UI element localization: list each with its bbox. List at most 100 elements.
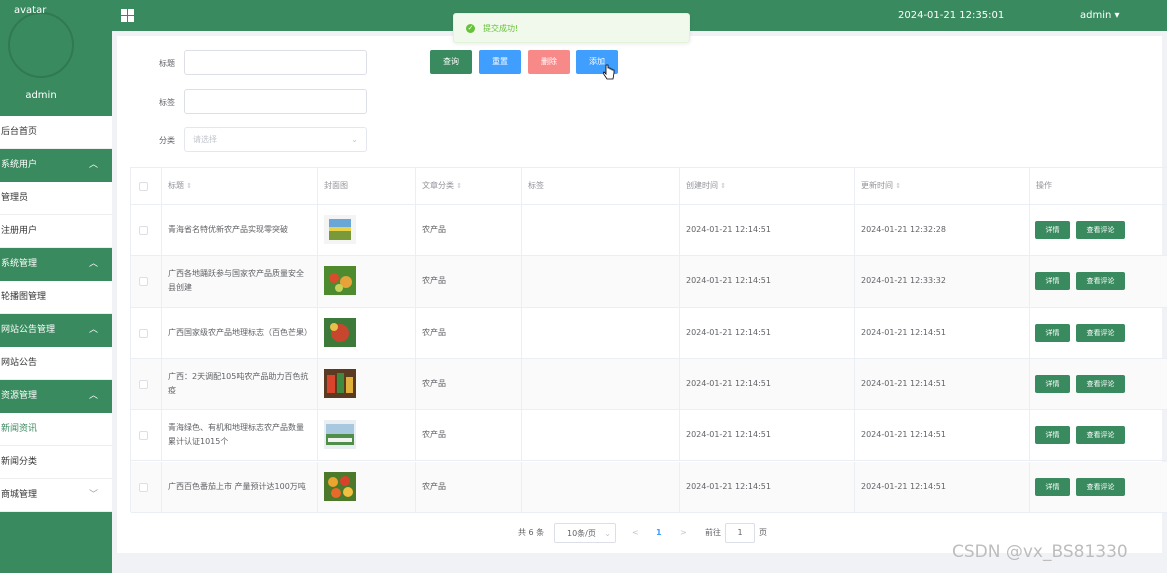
select-all-checkbox[interactable] — [139, 182, 148, 191]
column-header-label: 封面图 — [324, 181, 348, 190]
prev-page-button[interactable]: < — [632, 523, 639, 543]
view-comments-button[interactable]: 查看评论 — [1076, 375, 1125, 394]
cover-image — [324, 369, 356, 399]
page-size-select[interactable]: 10条/页 ⌄ — [554, 523, 616, 543]
sidebar-item-label: 管理员 — [1, 193, 29, 203]
sidebar-item-8[interactable]: 资源管理 ︿ — [0, 380, 112, 413]
sidebar-item-2[interactable]: 管理员 — [0, 182, 112, 215]
view-comments-button[interactable]: 查看评论 — [1076, 477, 1125, 496]
page-number-1[interactable]: 1 — [656, 523, 662, 543]
row-checkbox[interactable] — [139, 380, 148, 390]
sidebar-item-label: 注册用户 — [1, 226, 38, 236]
sort-icon[interactable]: ⇕ — [893, 182, 901, 190]
cover-image — [324, 420, 356, 450]
sidebar-item-0[interactable]: 后台首页 — [0, 116, 112, 149]
detail-button[interactable]: 详情 — [1035, 272, 1070, 291]
goto-suffix: 页 — [759, 528, 767, 537]
goto-page-input[interactable]: 1 — [725, 523, 755, 543]
cover-image — [324, 266, 356, 296]
column-header[interactable]: 文章分类 ⇕ — [422, 179, 515, 193]
column-header-label: 文章分类 — [422, 181, 454, 190]
sidebar-item-5[interactable]: 轮播图管理 — [0, 281, 112, 314]
top-datetime: 2024-01-21 12:35:01 — [898, 10, 1005, 21]
table-header: 标题 ⇕ 封面图 文章分类 ⇕ 标签 创建时间 ⇕ 更新时间 ⇕ 操作 — [131, 168, 1167, 205]
table-row: 广西国家级农产品地理标志（百色芒果） 农产品 2024-01-21 12:14:51… — [131, 307, 1167, 359]
column-header-label: 操作 — [1036, 181, 1052, 190]
category-select[interactable]: 请选择 ⌄ — [184, 127, 367, 152]
detail-button[interactable]: 详情 — [1035, 323, 1070, 342]
row-title: 广西各地踊跃参与国家农产品质量安全县创建 — [168, 269, 304, 293]
view-comments-button[interactable]: 查看评论 — [1076, 323, 1125, 342]
table-row: 广西：2天调配105吨农产品助力百色抗疫 农产品 2024-01-21 12:14:… — [131, 358, 1167, 411]
sidebar-item-label: 轮播图管理 — [1, 292, 47, 302]
cover-image — [324, 215, 356, 245]
column-header[interactable]: 更新时间 ⇕ — [861, 179, 1023, 193]
row-updated-time: 2024-01-21 12:14:51 — [861, 379, 946, 389]
sidebar-item-3[interactable]: 注册用户 — [0, 215, 112, 248]
chevron-down-icon: ⌄ — [604, 529, 611, 538]
sidebar-item-label: 网站公告 — [1, 358, 38, 368]
chevron-up-icon: ︿ — [88, 160, 98, 170]
row-checkbox[interactable] — [139, 226, 148, 236]
table-row: 青海省名特优新农产品实现零突破 农产品 2024-01-21 12:14:51 202… — [131, 205, 1167, 257]
row-updated-time: 2024-01-21 12:14:51 — [861, 327, 946, 337]
view-comments-button[interactable]: 查看评论 — [1076, 426, 1125, 445]
detail-button[interactable]: 详情 — [1035, 477, 1070, 496]
reset-button[interactable]: 重置 — [479, 50, 521, 74]
sidebar-item-4[interactable]: 系统管理 ︿ — [0, 248, 112, 281]
column-header: 操作 — [1036, 179, 1161, 193]
avatar-alt-text: avatar — [14, 5, 47, 16]
chevron-up-icon: ︿ — [88, 325, 98, 335]
page-size-value: 10条/页 — [567, 529, 596, 538]
category-placeholder: 请选择 — [193, 135, 217, 144]
view-comments-button[interactable]: 查看评论 — [1076, 221, 1125, 240]
row-checkbox[interactable] — [139, 482, 148, 492]
chevron-down-icon: ⌄ — [351, 135, 358, 144]
title-input[interactable] — [184, 50, 367, 75]
row-created-time: 2024-01-21 12:14:51 — [686, 430, 771, 440]
row-category: 农产品 — [422, 481, 446, 491]
table-row: 青海绿色、有机和地理标志农产品数量累计认证1015个 农产品 2024-01-21 … — [131, 410, 1167, 462]
sidebar-username: admin — [25, 90, 57, 101]
sidebar-item-label: 新闻分类 — [1, 457, 38, 467]
row-category: 农产品 — [422, 379, 446, 389]
column-header: 标签 — [528, 179, 673, 193]
query-button[interactable]: 查询 — [430, 50, 472, 74]
sort-icon[interactable]: ⇕ — [184, 182, 192, 190]
detail-button[interactable]: 详情 — [1035, 221, 1070, 240]
row-checkbox[interactable] — [139, 431, 148, 441]
sort-icon[interactable]: ⇕ — [718, 182, 726, 190]
row-updated-time: 2024-01-21 12:33:32 — [861, 276, 946, 286]
view-comments-button[interactable]: 查看评论 — [1076, 272, 1125, 291]
sidebar-item-6[interactable]: 网站公告管理 ︿ — [0, 314, 112, 347]
sidebar-item-label: 后台首页 — [1, 127, 38, 137]
row-created-time: 2024-01-21 12:14:51 — [686, 225, 771, 235]
toast-message: 提交成功! — [483, 24, 519, 33]
detail-button[interactable]: 详情 — [1035, 426, 1070, 445]
pagination-total: 共 6 条 — [518, 528, 545, 537]
menu-grid-icon[interactable] — [121, 9, 134, 22]
user-dropdown[interactable]: admin ▾ — [1080, 10, 1120, 21]
delete-button[interactable]: 删除 — [528, 50, 570, 74]
column-header[interactable]: 创建时间 ⇕ — [686, 179, 848, 193]
row-checkbox[interactable] — [139, 277, 148, 287]
sidebar-item-11[interactable]: 商城管理 ﹀ — [0, 479, 112, 512]
success-toast: ✓ 提交成功! — [453, 13, 690, 43]
goto-prefix: 前往 — [705, 528, 721, 537]
row-created-time: 2024-01-21 12:14:51 — [686, 327, 771, 337]
sidebar-item-1[interactable]: 系统用户 ︿ — [0, 149, 112, 182]
column-header: 封面图 — [324, 179, 409, 193]
sidebar-item-10[interactable]: 新闻分类 — [0, 446, 112, 479]
detail-button[interactable]: 详情 — [1035, 375, 1070, 394]
column-header[interactable]: 标题 ⇕ — [168, 179, 311, 193]
sidebar-item-label: 新闻资讯 — [1, 424, 38, 434]
sort-icon[interactable]: ⇕ — [454, 182, 462, 190]
sidebar-item-9[interactable]: 新闻资讯 — [0, 413, 112, 446]
row-updated-time: 2024-01-21 12:14:51 — [861, 430, 946, 440]
tag-input[interactable] — [184, 89, 367, 114]
next-page-button[interactable]: > — [680, 523, 687, 543]
sidebar-item-label: 资源管理 — [1, 391, 38, 401]
sidebar-item-7[interactable]: 网站公告 — [0, 347, 112, 380]
row-checkbox[interactable] — [139, 328, 148, 338]
row-category: 农产品 — [422, 430, 446, 440]
